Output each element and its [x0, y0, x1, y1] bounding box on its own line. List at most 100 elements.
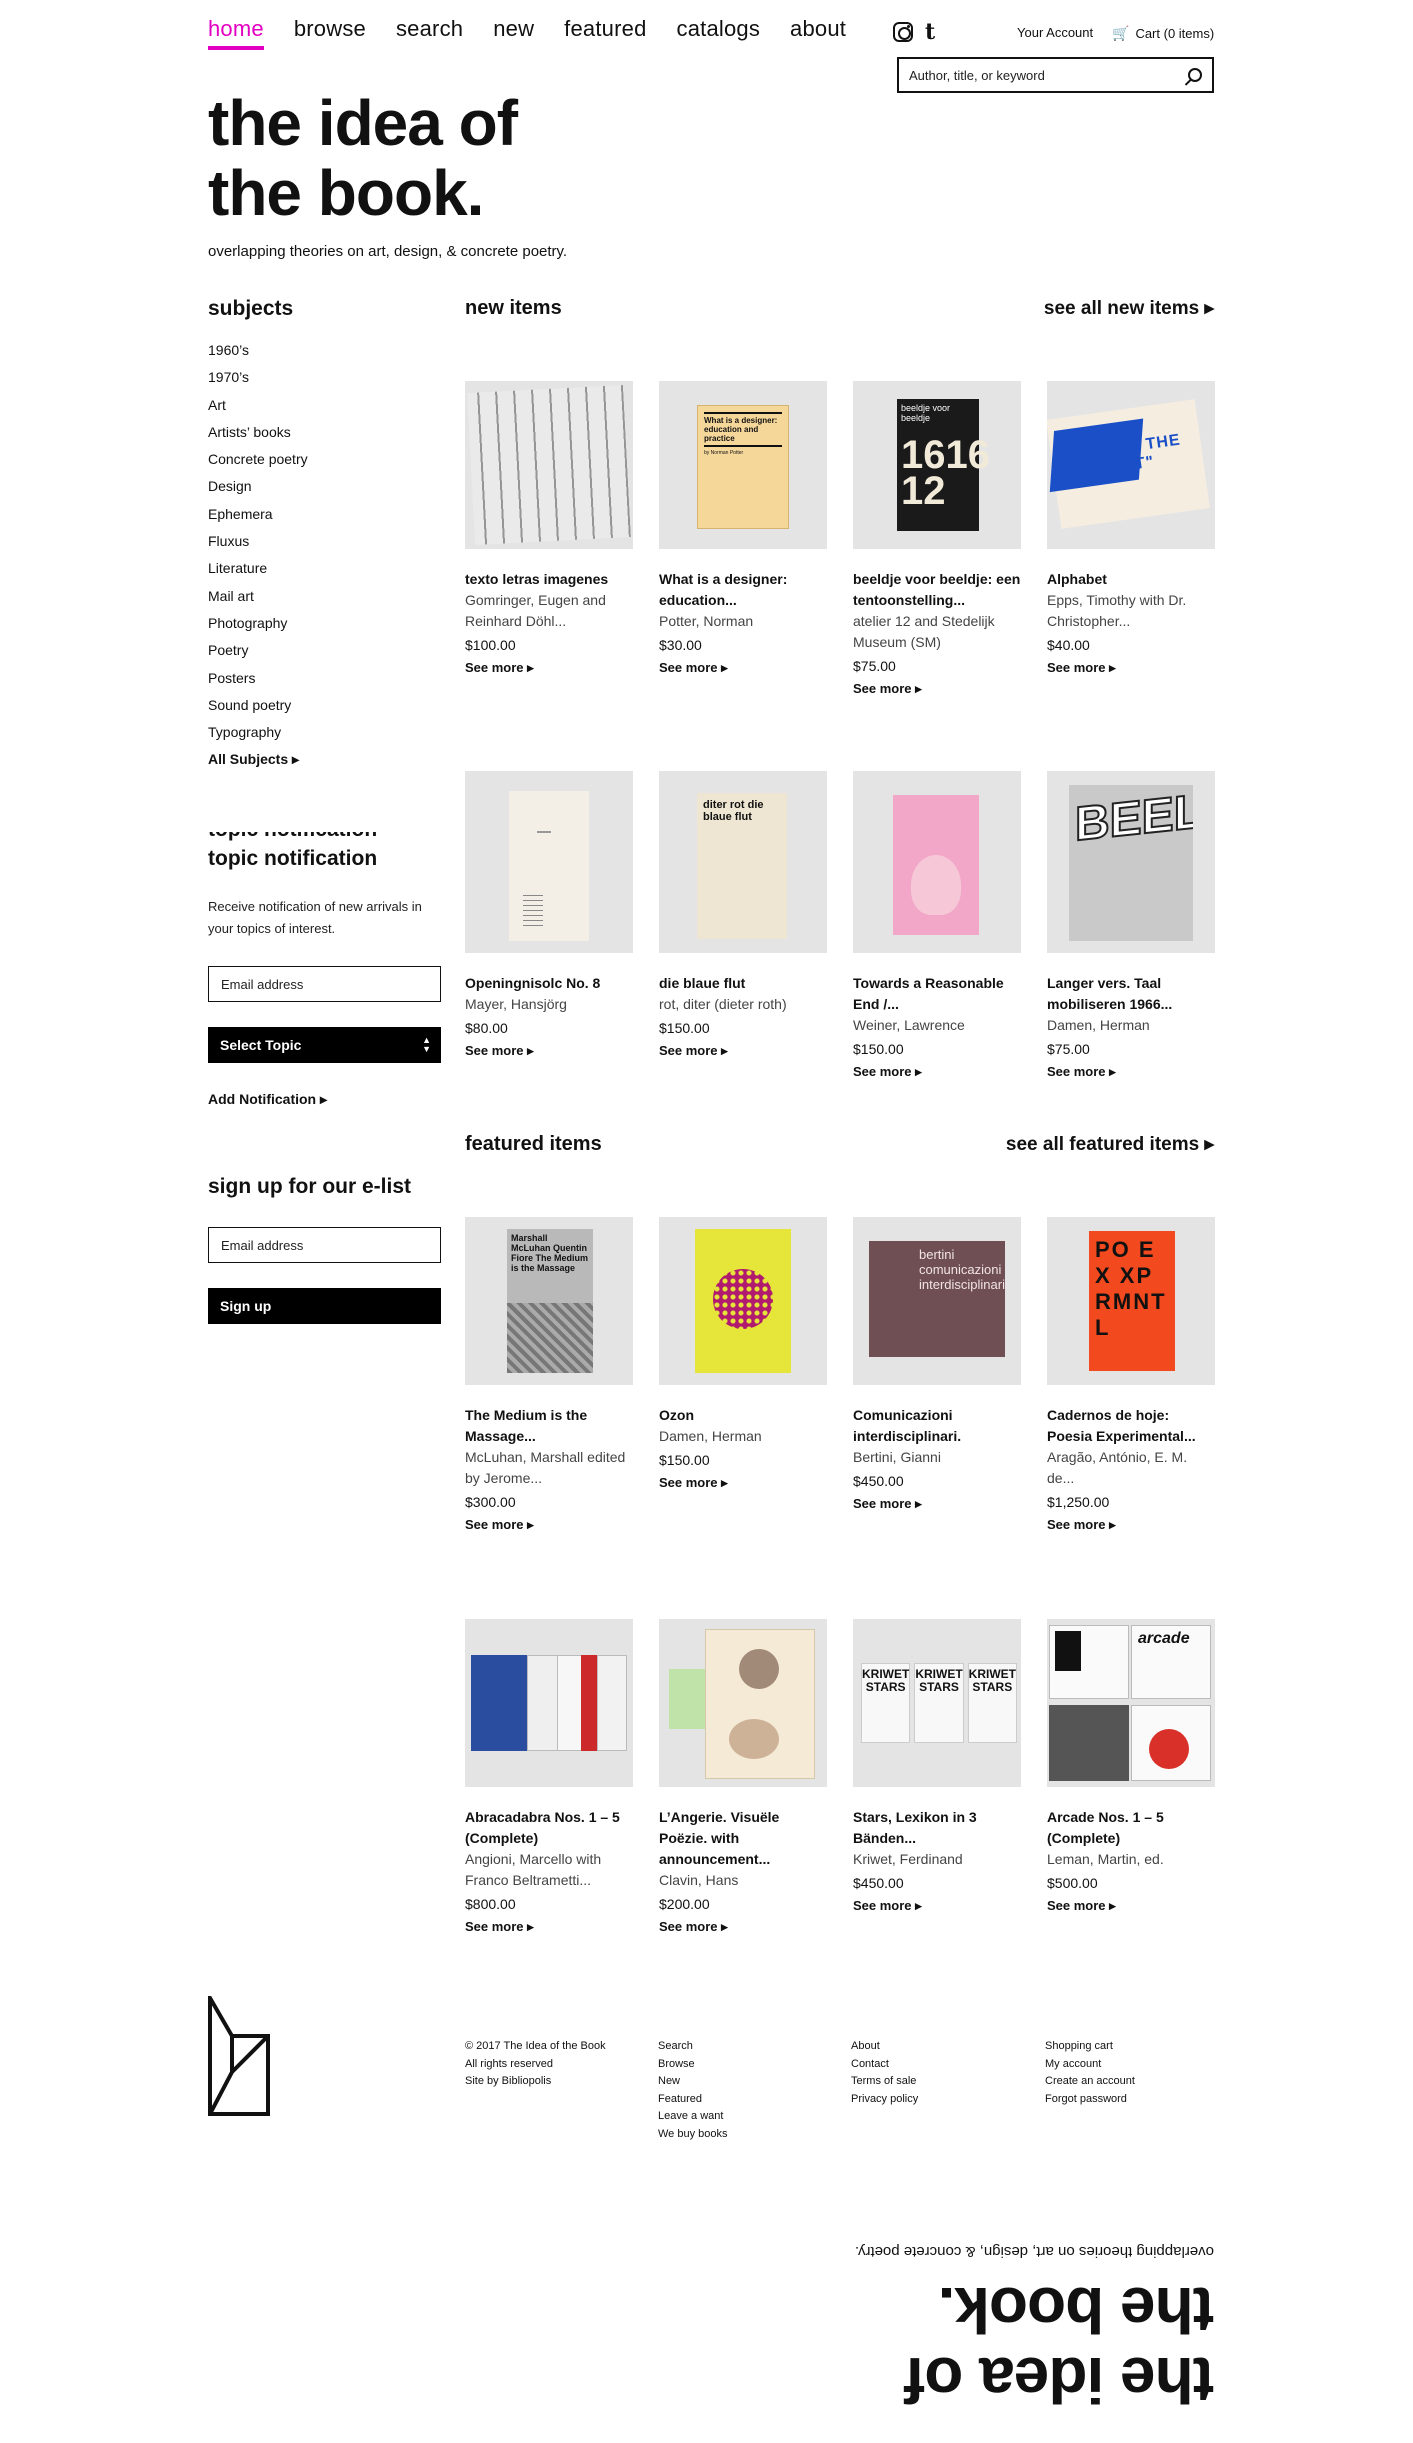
- footer-link[interactable]: We buy books: [658, 2126, 728, 2144]
- see-more-link[interactable]: See more ▸: [465, 1916, 633, 1937]
- subject-item[interactable]: Art: [208, 397, 308, 424]
- see-more-link[interactable]: See more ▸: [853, 1895, 1021, 1916]
- footer-link[interactable]: New: [658, 2073, 728, 2091]
- see-more-link[interactable]: See more ▸: [659, 1040, 827, 1061]
- product-thumbnail[interactable]: arcade: [1047, 1619, 1215, 1787]
- search-input[interactable]: [909, 67, 1188, 83]
- add-notification-link[interactable]: Add Notification ▸: [208, 1091, 327, 1108]
- product-thumbnail[interactable]: [465, 381, 633, 549]
- see-more-link[interactable]: See more ▸: [853, 678, 1021, 699]
- footer-link[interactable]: About: [851, 2038, 918, 2056]
- see-more-link[interactable]: See more ▸: [1047, 1895, 1215, 1916]
- subject-item[interactable]: 1970’s: [208, 369, 308, 396]
- footer-link[interactable]: Featured: [658, 2091, 728, 2109]
- product-card[interactable]: KRIWET STARS KRIWET STARS KRIWET STARS S…: [853, 1619, 1021, 1999]
- see-more-link[interactable]: See more ▸: [659, 1916, 827, 1937]
- footer-site-by[interactable]: Site by Bibliopolis: [465, 2073, 606, 2091]
- nav-new[interactable]: new: [493, 16, 534, 50]
- product-thumbnail[interactable]: [659, 1619, 827, 1787]
- elist-email-field[interactable]: [208, 1227, 441, 1263]
- product-title[interactable]: Abracadabra Nos. 1 – 5 (Complete): [465, 1807, 633, 1849]
- see-more-link[interactable]: See more ▸: [465, 657, 633, 678]
- subject-item[interactable]: Poetry: [208, 642, 308, 669]
- see-more-link[interactable]: See more ▸: [853, 1061, 1021, 1082]
- footer-book-logo-icon[interactable]: [208, 1990, 270, 2121]
- product-thumbnail[interactable]: [659, 1217, 827, 1385]
- see-all-featured-link[interactable]: see all featured items ▸: [1006, 1133, 1214, 1156]
- tumblr-icon[interactable]: t: [925, 21, 935, 43]
- subject-item[interactable]: Posters: [208, 670, 308, 697]
- product-thumbnail[interactable]: What is a designer: education and practi…: [659, 381, 827, 549]
- footer-link[interactable]: Browse: [658, 2056, 728, 2074]
- product-card[interactable]: BEELD Langer vers. Taal mobiliseren 1966…: [1047, 771, 1215, 1151]
- see-more-link[interactable]: See more ▸: [659, 1472, 827, 1493]
- product-card[interactable]: Towards a Reasonable End /... Weiner, La…: [853, 771, 1021, 1151]
- product-thumbnail[interactable]: "ES THE CAT": [1047, 381, 1215, 549]
- select-topic[interactable]: Select Topic ▲ ▼: [208, 1027, 441, 1063]
- nav-browse[interactable]: browse: [294, 16, 366, 50]
- product-title[interactable]: Cadernos de hoje: Poesia Experimental...: [1047, 1405, 1215, 1447]
- product-title[interactable]: beeldje voor beeldje: een tentoonstellin…: [853, 569, 1021, 611]
- product-title[interactable]: Openingnisolc No. 8: [465, 973, 633, 994]
- product-card[interactable]: What is a designer: education and practi…: [659, 381, 827, 761]
- product-thumbnail[interactable]: [853, 771, 1021, 953]
- nav-search[interactable]: search: [396, 16, 463, 50]
- footer-link[interactable]: Create an account: [1045, 2073, 1135, 2091]
- topic-email-field[interactable]: [208, 966, 441, 1002]
- product-title[interactable]: What is a designer: education...: [659, 569, 827, 611]
- nav-catalogs[interactable]: catalogs: [677, 16, 761, 50]
- product-card[interactable]: PO EX XPRMNTL Cadernos de hoje: Poesia E…: [1047, 1217, 1215, 1619]
- see-more-link[interactable]: See more ▸: [1047, 657, 1215, 678]
- subject-item[interactable]: Sound poetry: [208, 697, 308, 724]
- product-card[interactable]: bertini comunicazioni interdisciplinari.…: [853, 1217, 1021, 1619]
- product-title[interactable]: Stars, Lexikon in 3 Bänden...: [853, 1807, 1021, 1849]
- product-card[interactable]: L’Angerie. Visuële Poëzie. with announce…: [659, 1619, 827, 1999]
- product-thumbnail[interactable]: KRIWET STARS KRIWET STARS KRIWET STARS: [853, 1619, 1021, 1787]
- product-card[interactable]: Marshall McLuhan Quentin Fiore The Mediu…: [465, 1217, 633, 1619]
- subject-item[interactable]: 1960’s: [208, 342, 308, 369]
- see-more-link[interactable]: See more ▸: [1047, 1514, 1215, 1535]
- subject-item-all[interactable]: All Subjects ▸: [208, 751, 308, 778]
- product-title[interactable]: Ozon: [659, 1405, 827, 1426]
- product-card[interactable]: diter rot die blaue flut die blaue flut …: [659, 771, 827, 1151]
- subject-item[interactable]: Literature: [208, 560, 308, 587]
- cart-link[interactable]: 🛒 Cart (0 items): [1112, 25, 1214, 42]
- product-title[interactable]: die blaue flut: [659, 973, 827, 994]
- product-thumbnail[interactable]: PO EX XPRMNTL: [1047, 1217, 1215, 1385]
- product-thumbnail[interactable]: [465, 771, 633, 953]
- product-title[interactable]: Langer vers. Taal mobiliseren 1966...: [1047, 973, 1215, 1015]
- site-logo[interactable]: the idea of the book.: [208, 88, 518, 228]
- nav-featured[interactable]: featured: [564, 16, 646, 50]
- subject-item[interactable]: Typography: [208, 724, 308, 751]
- nav-about[interactable]: about: [790, 16, 846, 50]
- subject-item[interactable]: Photography: [208, 615, 308, 642]
- signup-button[interactable]: Sign up: [208, 1288, 441, 1324]
- product-thumbnail[interactable]: bertini comunicazioni interdisciplinari.: [853, 1217, 1021, 1385]
- see-more-link[interactable]: See more ▸: [465, 1040, 633, 1061]
- instagram-icon[interactable]: [893, 22, 913, 42]
- see-more-link[interactable]: See more ▸: [465, 1514, 633, 1535]
- product-card[interactable]: arcade Arcade Nos. 1 – 5 (Complete) Lema…: [1047, 1619, 1215, 1999]
- product-thumbnail[interactable]: beeldje voor beeldje 1616 12: [853, 381, 1021, 549]
- product-thumbnail[interactable]: Marshall McLuhan Quentin Fiore The Mediu…: [465, 1217, 633, 1385]
- product-card[interactable]: Openingnisolc No. 8 Mayer, Hansjörg $80.…: [465, 771, 633, 1151]
- product-thumbnail[interactable]: BEELD: [1047, 771, 1215, 953]
- product-title[interactable]: Arcade Nos. 1 – 5 (Complete): [1047, 1807, 1215, 1849]
- footer-link[interactable]: My account: [1045, 2056, 1135, 2074]
- product-card[interactable]: texto letras imagenes Gomringer, Eugen a…: [465, 381, 633, 761]
- product-thumbnail[interactable]: diter rot die blaue flut: [659, 771, 827, 953]
- product-card[interactable]: beeldje voor beeldje 1616 12 beeldje voor…: [853, 381, 1021, 761]
- product-card[interactable]: Ozon Damen, Herman $150.00 See more ▸: [659, 1217, 827, 1619]
- see-more-link[interactable]: See more ▸: [1047, 1061, 1215, 1082]
- product-thumbnail[interactable]: [465, 1619, 633, 1787]
- footer-link[interactable]: Search: [658, 2038, 728, 2056]
- footer-link[interactable]: Forgot password: [1045, 2091, 1135, 2109]
- product-card[interactable]: Abracadabra Nos. 1 – 5 (Complete) Angion…: [465, 1619, 633, 1999]
- account-link[interactable]: Your Account: [1017, 25, 1093, 40]
- product-title[interactable]: texto letras imagenes: [465, 569, 633, 590]
- footer-link[interactable]: Terms of sale: [851, 2073, 918, 2091]
- footer-link[interactable]: Shopping cart: [1045, 2038, 1135, 2056]
- subject-item[interactable]: Design: [208, 478, 308, 505]
- subject-item[interactable]: Concrete poetry: [208, 451, 308, 478]
- subject-item[interactable]: Ephemera: [208, 506, 308, 533]
